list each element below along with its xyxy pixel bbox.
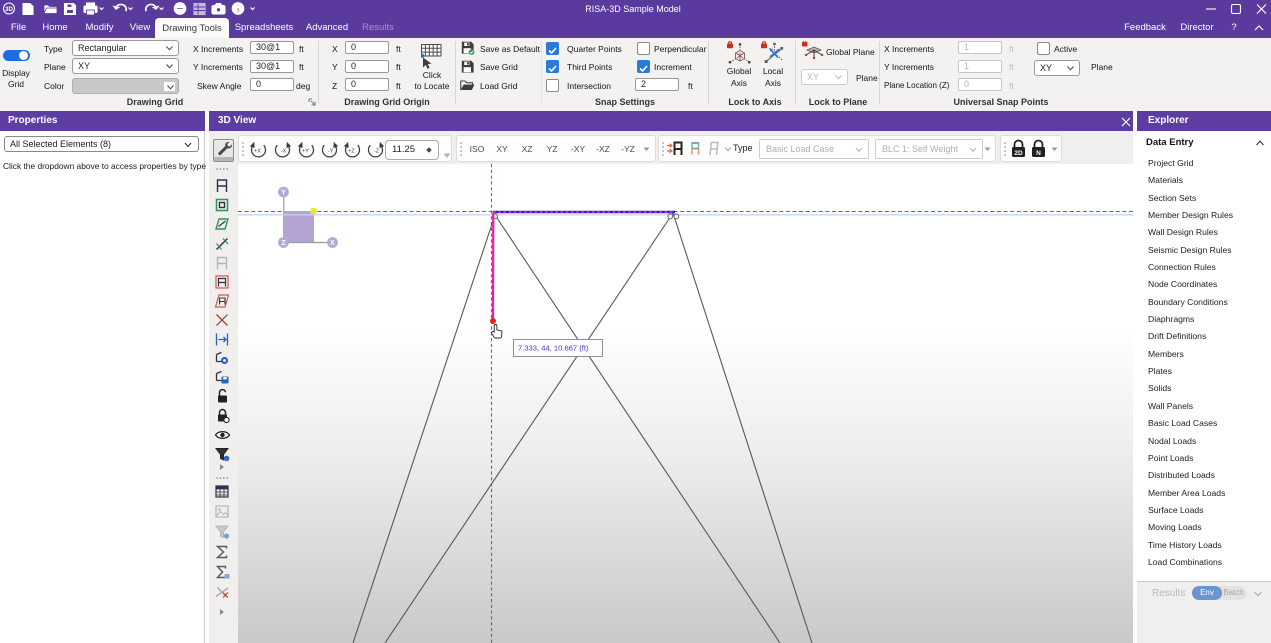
svg-text:Y: Y [281, 190, 286, 197]
svg-text:Z: Z [281, 240, 286, 247]
svg-text:X: X [330, 240, 335, 247]
svg-text:-Y: -Y [328, 148, 334, 154]
svg-text:+Y: +Y [302, 148, 309, 154]
svg-text:3D: 3D [5, 7, 13, 13]
svg-text:2D: 2D [1014, 150, 1023, 157]
svg-text:N: N [1036, 150, 1041, 157]
svg-text:+X: +X [254, 148, 261, 154]
svg-text:-X: -X [281, 148, 287, 154]
svg-text:+Z: +Z [348, 148, 355, 154]
svg-text:↓: ↓ [226, 457, 228, 462]
svg-text:7.333, 44, 10.667 (ft): 7.333, 44, 10.667 (ft) [518, 344, 589, 353]
svg-text:-Z: -Z [374, 148, 380, 154]
